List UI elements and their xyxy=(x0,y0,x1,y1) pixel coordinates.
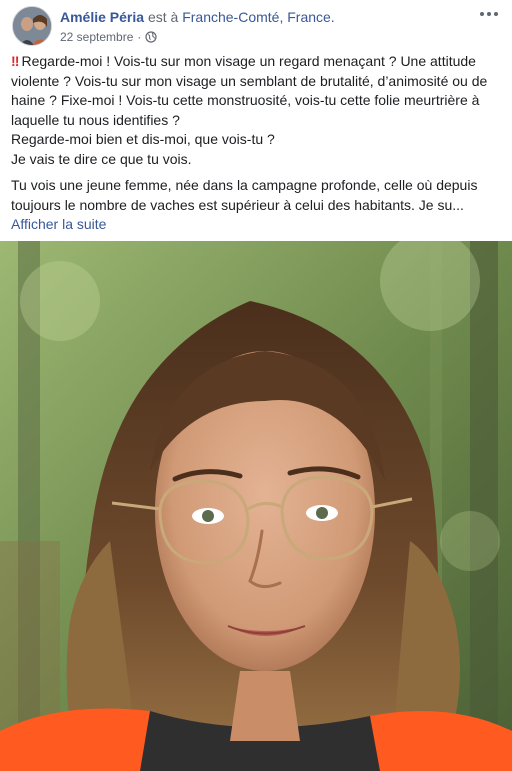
post-line-3: Je vais te dire ce que tu vois. xyxy=(11,150,192,167)
post-paragraph-2-text: Tu vois une jeune femme, née dans la cam… xyxy=(11,177,478,213)
author-avatar[interactable] xyxy=(12,6,52,46)
meta-separator: · xyxy=(137,30,142,44)
see-more-link[interactable]: Afficher la suite xyxy=(11,216,106,232)
post-line-1-text: Regarde-moi ! Vois-tu sur mon visage un … xyxy=(11,53,488,128)
post-date[interactable]: 22 septembre xyxy=(60,30,133,44)
globe-icon[interactable] xyxy=(145,31,157,43)
post-line-1: ‼ Regarde-moi ! Vois-tu sur mon visage un… xyxy=(11,52,501,130)
post-header: Amélie Péria est à Franche-Comté, France… xyxy=(12,6,500,46)
header-text: Amélie Péria est à Franche-Comté, France… xyxy=(60,8,470,44)
author-line: Amélie Péria est à Franche-Comté, France… xyxy=(60,8,470,26)
author-location[interactable]: Franche-Comté, France. xyxy=(182,9,335,25)
more-options-icon[interactable] xyxy=(476,4,502,24)
author-connector: est à xyxy=(147,9,179,25)
facebook-post: Amélie Péria est à Franche-Comté, France… xyxy=(0,0,512,771)
post-meta: 22 septembre · xyxy=(60,30,470,44)
selfie-photo[interactable] xyxy=(0,241,512,771)
post-paragraph-1: ‼ Regarde-moi ! Vois-tu sur mon visage un… xyxy=(11,52,501,169)
post-line-2: Regarde-moi bien et dis-moi, que vois-tu… xyxy=(11,131,275,147)
post-paragraph-2: Tu vois une jeune femme, née dans la cam… xyxy=(11,176,501,235)
post-text: ‼ Regarde-moi ! Vois-tu sur mon visage un… xyxy=(11,52,501,242)
author-name[interactable]: Amélie Péria xyxy=(60,9,144,25)
double-exclamation-icon: ‼ xyxy=(11,53,20,69)
